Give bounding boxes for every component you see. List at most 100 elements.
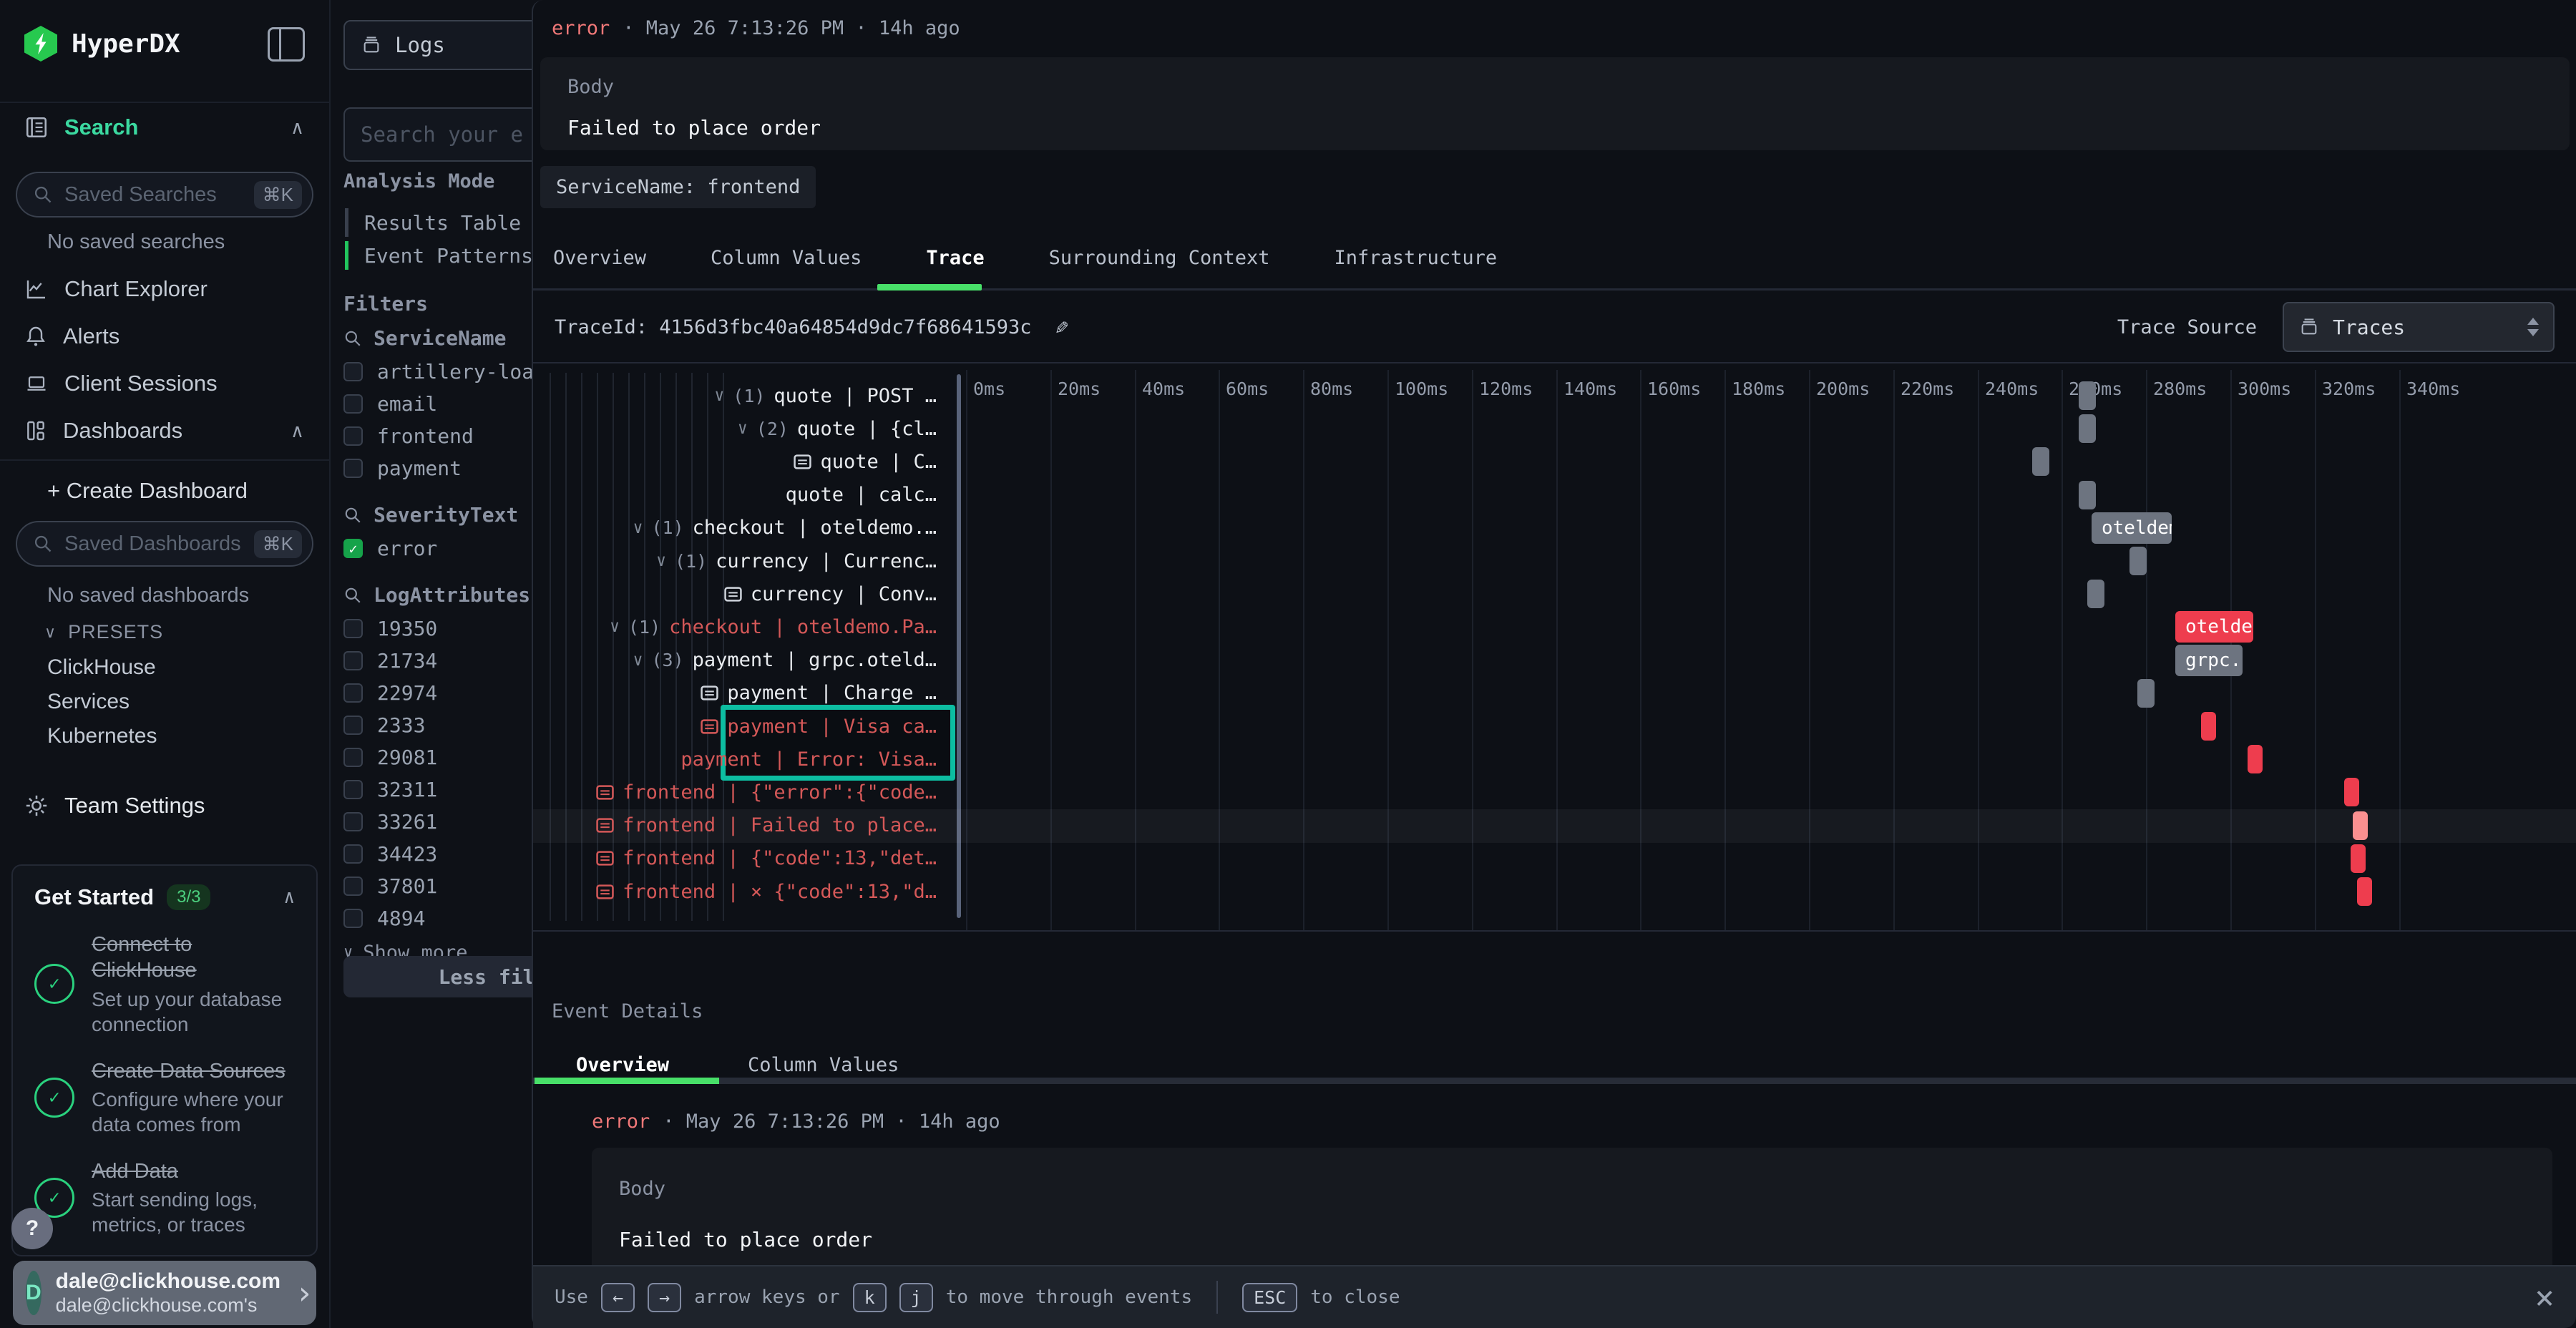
checkbox[interactable]: ✓ [343,539,363,558]
tab-overview[interactable]: Overview [553,247,646,269]
span-bar[interactable] [2248,745,2263,773]
span-bar[interactable] [2201,712,2216,741]
sidebar-item-team-settings[interactable]: Team Settings [24,793,205,819]
chevron-up-icon[interactable]: ∧ [291,420,304,442]
span-row[interactable]: frontend | × {"code":13,"d… [533,875,945,908]
span-bar[interactable] [2129,547,2147,575]
chevron-down-icon[interactable]: ∨ [610,617,620,636]
sidebar-item-alerts[interactable]: Alerts [24,323,119,349]
user-menu[interactable]: D dale@clickhouse.com dale@clickhouse.co… [13,1261,316,1325]
checkbox[interactable] [343,426,363,446]
sidebar-item-dashboards[interactable]: Dashboards ∧ [24,418,305,444]
span-row[interactable]: ∨(1)currency | Currenc… [533,545,945,577]
event-timestamp: · May 26 7:13:26 PM · 14h ago [663,1110,1000,1133]
tab-ed-overview[interactable]: Overview [576,1054,669,1076]
saved-dashboards-input[interactable]: Saved Dashboards ⌘K [16,521,313,567]
checkbox[interactable] [343,394,363,414]
brand-logo[interactable]: HyperDX [24,26,180,62]
create-dashboard-button[interactable]: + Create Dashboard [47,478,248,504]
span-row[interactable]: frontend | Failed to place… [533,809,945,842]
timeline-gridline [1724,370,1726,930]
span-bar[interactable] [2351,844,2366,873]
span-bar[interactable] [2087,580,2104,608]
collapse-sidebar-icon[interactable] [268,27,305,62]
span-bar[interactable] [2032,447,2049,476]
span-row[interactable]: ∨(1)checkout | oteldemo.Pa… [533,610,945,643]
span-bar[interactable] [2079,381,2096,410]
checkbox[interactable] [343,459,363,478]
span-row[interactable]: currency | Conv… [533,577,945,610]
span-bar[interactable] [2137,679,2155,708]
tab-ed-column-values[interactable]: Column Values [748,1054,899,1076]
span-bar-label: oteldem [2092,512,2172,544]
checkbox[interactable] [343,780,363,799]
filter-group-name: SeverityText [374,503,518,527]
preset-services[interactable]: Services [47,690,130,714]
trace-source-select[interactable]: Traces [2283,302,2555,352]
close-icon[interactable]: × [2534,1281,2555,1314]
span-row[interactable]: frontend | {"code":13,"det… [533,842,945,875]
span-bar-label: grpc.o [2175,645,2243,676]
chevron-up-icon[interactable]: ∧ [291,117,304,139]
timeline-gridline [1050,370,1052,930]
preset-kubernetes[interactable]: Kubernetes [47,724,157,748]
span-row[interactable]: frontend | {"error":{"code… [533,776,945,809]
chevron-up-icon[interactable]: ∧ [283,887,295,908]
span-row[interactable]: ∨(3)payment | grpc.oteld… [533,644,945,677]
span-row[interactable]: payment | Charge … [533,677,945,710]
checkbox[interactable] [343,683,363,703]
span-bar[interactable] [2344,778,2359,806]
tab-column-values[interactable]: Column Values [711,247,862,269]
span-bar[interactable] [2357,877,2372,906]
sidebar-item-chart-explorer[interactable]: Chart Explorer [24,276,208,302]
checkbox[interactable] [343,362,363,381]
span-bar[interactable] [2079,414,2096,443]
chevron-down-icon[interactable]: ∨ [656,552,666,570]
span-row[interactable]: ∨(1)quote | POST … [533,379,945,412]
presets-toggle[interactable]: ∨ PRESETS [44,621,163,643]
span-row[interactable]: ∨(1)checkout | oteldemo.… [533,512,945,545]
span-child-count: (1) [675,551,707,572]
span-bar[interactable] [2353,811,2368,840]
tab-surrounding-context[interactable]: Surrounding Context [1049,247,1270,269]
span-bar[interactable] [2079,481,2096,509]
tab-infrastructure[interactable]: Infrastructure [1335,247,1498,269]
sidebar-item-client-sessions[interactable]: Client Sessions [24,371,218,396]
preset-clickhouse[interactable]: ClickHouse [47,655,156,680]
span-bar-labeled[interactable]: oteldem [2175,611,2253,643]
saved-searches-input[interactable]: Saved Searches ⌘K [16,172,313,218]
body-label: Body [567,76,614,98]
span-row[interactable]: payment | Visa ca… [533,710,945,743]
service-name-chip[interactable]: ServiceName: frontend [540,166,816,208]
tab-trace[interactable]: Trace [926,247,984,269]
edit-icon[interactable]: ✎ [1055,315,1068,340]
span-bar-labeled[interactable]: oteldem [2092,512,2172,544]
chevron-down-icon[interactable]: ∨ [738,419,748,438]
keyboard-hints-footer: Use ← → arrow keys or k j to move throug… [533,1265,2576,1328]
checkbox[interactable] [343,812,363,831]
analysis-mode-option[interactable]: Event Patterns [345,239,533,272]
checkbox[interactable] [343,909,363,928]
checkbox[interactable] [343,716,363,735]
analysis-mode-option[interactable]: Results Table [345,206,533,239]
dashboards-icon [24,419,47,442]
checkbox[interactable] [343,877,363,896]
chevron-down-icon[interactable]: ∨ [714,386,724,405]
chevron-down-icon[interactable]: ∨ [633,519,643,537]
get-started-item[interactable]: ✓ Create Data Sources Configure where yo… [34,1058,295,1137]
span-child-count: (3) [651,650,683,670]
chevron-down-icon[interactable]: ∨ [633,651,643,670]
checkbox[interactable] [343,844,363,864]
checkbox[interactable] [343,619,363,638]
span-row[interactable]: quote | C… [533,445,945,478]
span-bar-labeled[interactable]: grpc.o [2175,645,2243,676]
get-started-item[interactable]: ✓ Connect to ClickHouse Set up your data… [34,932,295,1037]
checkbox[interactable] [343,651,363,670]
checkbox[interactable] [343,748,363,767]
help-button[interactable]: ? [11,1208,53,1249]
span-row[interactable]: ∨(2)quote | {cl… [533,412,945,445]
span-row[interactable]: payment | Error: Visa… [533,743,945,776]
get-started-item[interactable]: ✓ Add Data Start sending logs, metrics, … [34,1158,295,1237]
sidebar-item-search[interactable]: Search ∧ [24,114,305,140]
span-row[interactable]: quote | calc… [533,479,945,512]
